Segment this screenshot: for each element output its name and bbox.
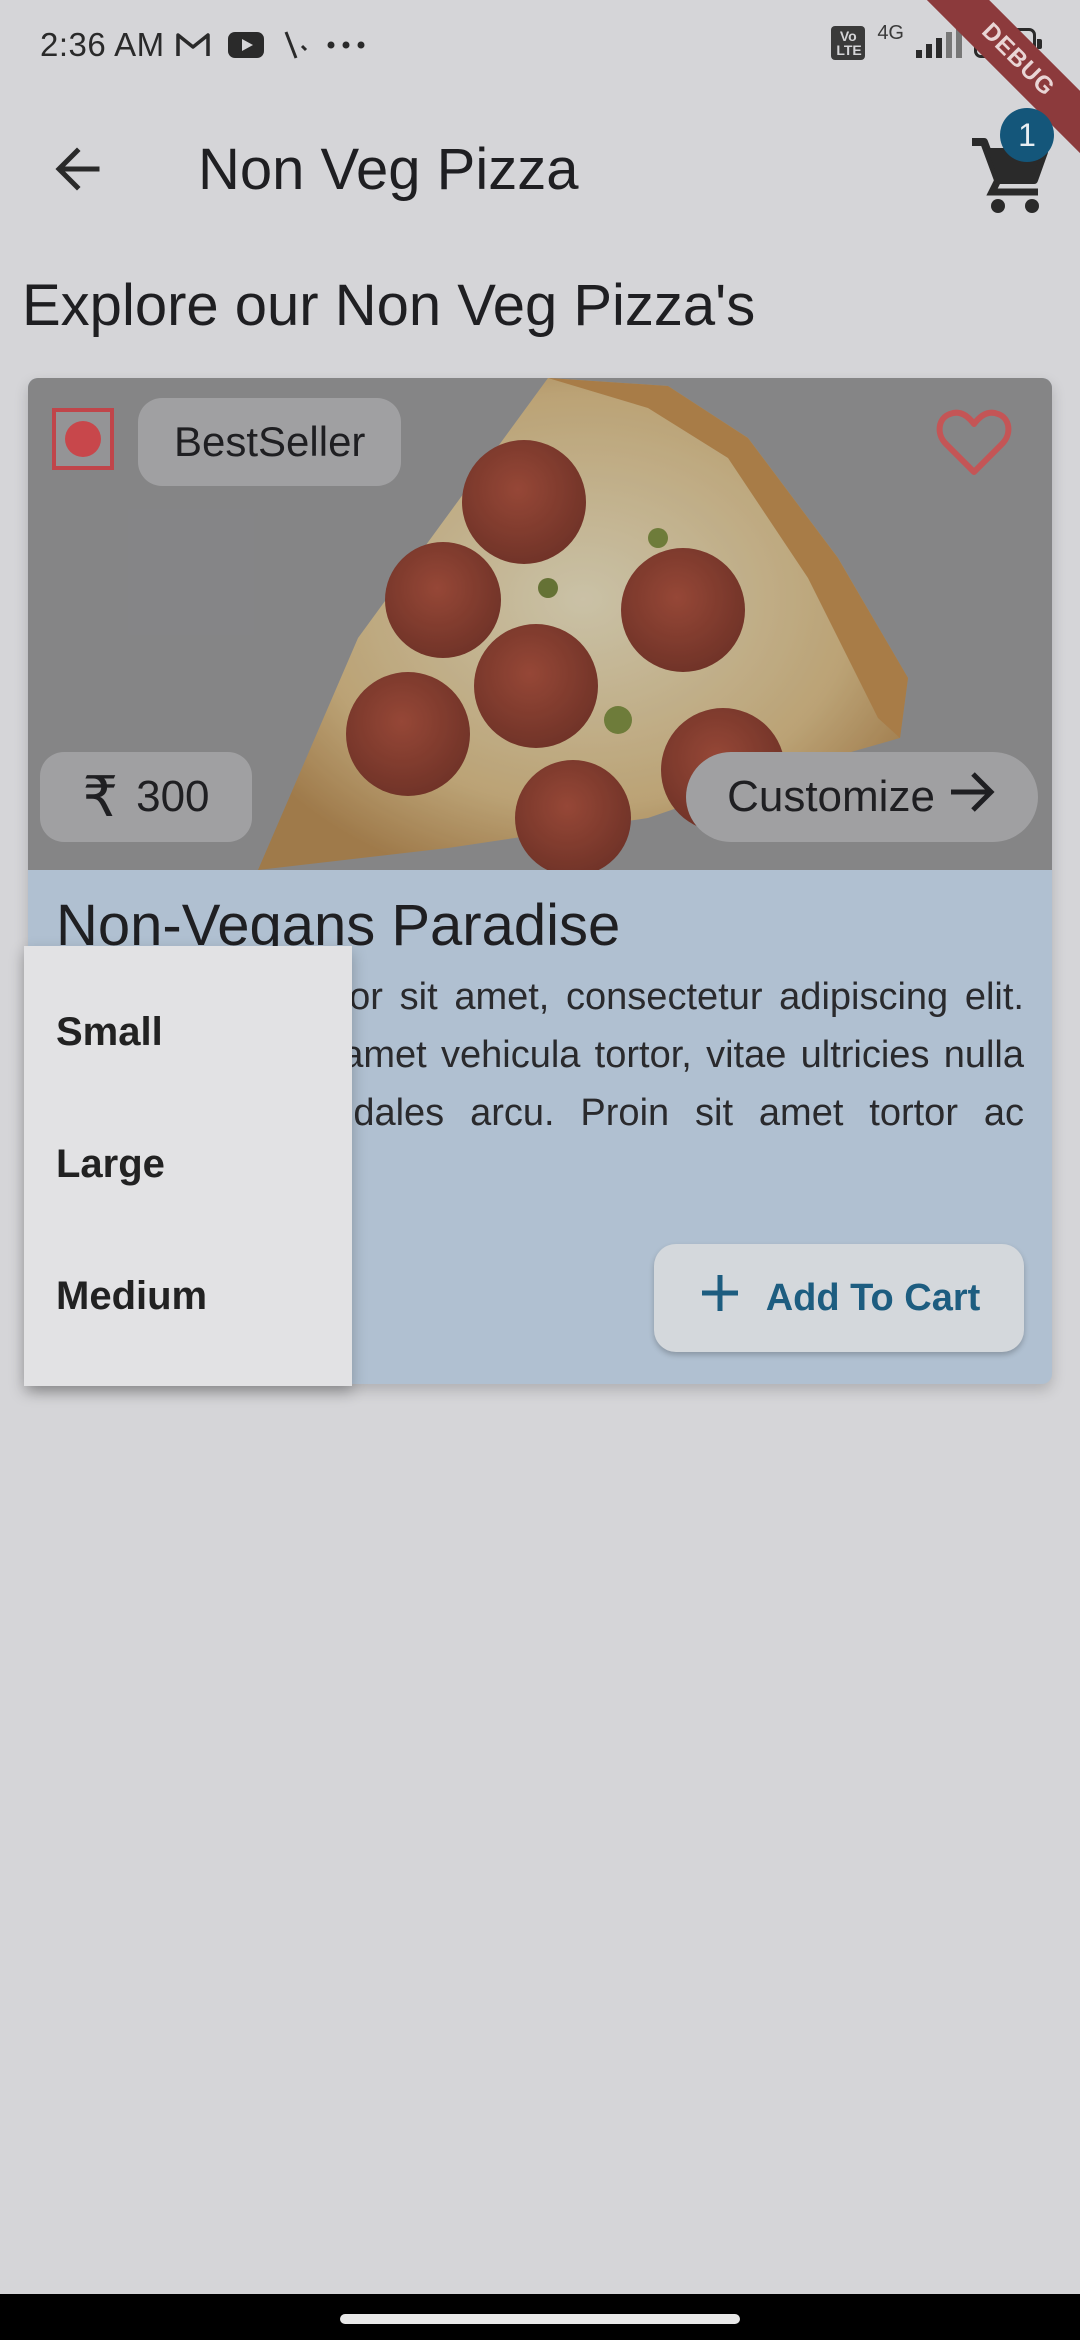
- system-nav-bar: [0, 2294, 1080, 2340]
- price-chip: ₹ 300: [40, 752, 252, 842]
- customize-label: Customize: [727, 772, 935, 821]
- signal-icon: [916, 28, 962, 58]
- back-button[interactable]: [42, 136, 112, 206]
- status-icons-left: [176, 30, 366, 60]
- arrow-back-icon: [51, 143, 103, 200]
- home-indicator[interactable]: [340, 2314, 740, 2324]
- cart-count-badge: 1: [1000, 108, 1054, 162]
- size-dropdown-menu: Small Large Medium: [24, 946, 352, 1386]
- status-time: 2:36 AM: [40, 26, 165, 63]
- section-heading: Explore our Non Veg Pizza's: [22, 273, 756, 338]
- add-to-cart-label: Add To Cart: [765, 1276, 981, 1319]
- arrow-forward-icon: [947, 770, 997, 825]
- product-image: BestSeller ₹ 300 Customize: [28, 378, 1052, 870]
- add-to-cart-button[interactable]: Add To Cart: [654, 1244, 1024, 1352]
- more-dots-icon: [326, 40, 366, 50]
- gmail-icon: [176, 32, 210, 58]
- heart-outline-icon: [934, 409, 1014, 486]
- signal-slash-icon: [282, 30, 308, 60]
- favorite-button[interactable]: [934, 402, 1014, 482]
- status-bar: 2:36 AM Vo LTE 4G 46: [0, 0, 1080, 96]
- volte-icon: Vo LTE: [831, 26, 866, 60]
- shopping-cart-icon: [966, 138, 1050, 220]
- plus-icon: [698, 1271, 742, 1325]
- non-veg-dot: [65, 421, 101, 457]
- menu-item-medium[interactable]: Medium: [24, 1230, 352, 1362]
- price-value: 300: [136, 772, 210, 821]
- network-type-label: 4G: [877, 21, 904, 44]
- page-title: Non Veg Pizza: [198, 137, 579, 202]
- rupee-icon: ₹: [82, 764, 119, 830]
- app-bar: Non Veg Pizza: [0, 96, 1080, 246]
- menu-item-small[interactable]: Small: [24, 966, 352, 1098]
- non-veg-indicator: [52, 408, 114, 470]
- bestseller-badge: BestSeller: [138, 398, 402, 486]
- menu-item-large[interactable]: Large: [24, 1098, 352, 1230]
- youtube-icon: [228, 32, 264, 58]
- customize-button[interactable]: Customize: [686, 752, 1038, 842]
